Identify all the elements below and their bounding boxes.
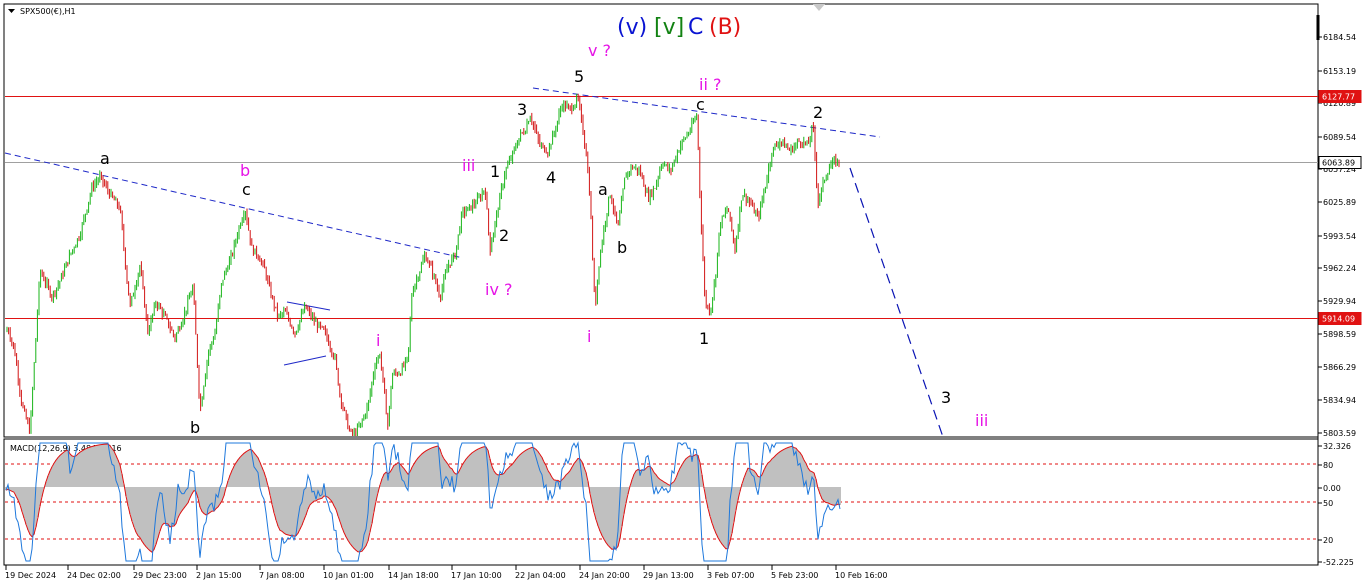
time-tick-label: 19 Dec 2024 xyxy=(5,571,56,580)
wave-label: 4 xyxy=(546,168,556,187)
wave-label: i xyxy=(587,327,591,346)
wave-label: c xyxy=(242,180,251,199)
price-chart: SPX500(€),H1 MACD(12,26,9) 3.484 1.516 (… xyxy=(3,3,1362,580)
macd-tick-label: 80 xyxy=(1323,461,1333,470)
title-part: (B) xyxy=(709,15,741,40)
wave-label: b xyxy=(240,161,250,180)
wave-label: iv ? xyxy=(485,280,513,299)
time-tick-label: 10 Jan 01:00 xyxy=(323,571,374,580)
wave-label: 1 xyxy=(699,329,709,348)
instrument-label: SPX500(€),H1 xyxy=(20,7,76,16)
price-tick-label: 5962.24 xyxy=(1323,264,1356,273)
macd-tick-label: 32.326 xyxy=(1323,442,1351,451)
time-tick-label: 10 Feb 16:00 xyxy=(835,571,887,580)
price-tag-label: 5914.09 xyxy=(1322,315,1355,324)
wave-label: i xyxy=(376,331,380,350)
wave-label: c xyxy=(696,95,705,114)
wave-label: 1 xyxy=(490,162,500,181)
macd-tick-label: 20 xyxy=(1323,536,1333,545)
wave-label: 3 xyxy=(941,388,951,407)
macd-tick-label: 0.00 xyxy=(1323,484,1341,493)
macd-axis: 32.326 80 0.00 50 20 -52.225 xyxy=(1318,442,1354,567)
price-tick-label: 5866.29 xyxy=(1323,363,1356,372)
price-tick-label: 5803.59 xyxy=(1323,429,1356,438)
wave-label: b xyxy=(190,418,200,437)
time-tick-label: 29 Dec 23:00 xyxy=(133,571,187,580)
wave-label: 5 xyxy=(574,67,584,86)
wave-label: 3 xyxy=(517,100,527,119)
time-tick-label: 2 Jan 15:00 xyxy=(196,571,242,580)
price-tag-label: 6063.89 xyxy=(1322,159,1355,168)
price-tick-label: 5993.54 xyxy=(1323,232,1356,241)
time-tick-label: 7 Jan 08:00 xyxy=(259,571,305,580)
time-tick-label: 3 Feb 07:00 xyxy=(707,571,754,580)
price-tick-label: 5929.94 xyxy=(1323,297,1356,306)
wave-label: ii ? xyxy=(699,75,721,94)
wave-label: iii xyxy=(975,411,988,430)
time-axis: 19 Dec 2024 24 Dec 02:00 29 Dec 23:00 2 Jan… xyxy=(5,565,887,580)
wave-label: a xyxy=(100,149,110,168)
title-part: (v) xyxy=(617,15,647,40)
title-part: [v] xyxy=(654,15,684,40)
time-tick-label: 24 Dec 02:00 xyxy=(67,571,121,580)
price-tags: 6127.77 6063.89 5914.09 xyxy=(1318,90,1362,325)
wave-label: v ? xyxy=(588,41,611,60)
price-tag-label: 6127.77 xyxy=(1322,93,1355,102)
time-tick-label: 14 Jan 18:00 xyxy=(388,571,439,580)
time-tick-label: 22 Jan 04:00 xyxy=(515,571,566,580)
price-tick-label: 6153.19 xyxy=(1323,67,1356,76)
price-tick-label: 5834.94 xyxy=(1323,396,1356,405)
wave-label: 2 xyxy=(813,103,823,122)
price-tick-label: 6184.54 xyxy=(1323,33,1356,42)
wave-label: iii xyxy=(462,156,475,175)
time-tick-label: 29 Jan 13:00 xyxy=(643,571,694,580)
title-part: C xyxy=(688,15,703,40)
wave-label: a xyxy=(598,180,608,199)
time-tick-label: 17 Jan 10:00 xyxy=(451,571,502,580)
time-tick-label: 24 Jan 20:00 xyxy=(579,571,630,580)
price-tick-label: 6025.89 xyxy=(1323,198,1356,207)
wave-count-title: (v) [v] C (B) xyxy=(617,15,741,40)
main-pane-frame xyxy=(3,3,1319,438)
time-tick-label: 5 Feb 23:00 xyxy=(771,571,818,580)
macd-tick-label: 50 xyxy=(1323,499,1333,508)
wave-label: b xyxy=(617,238,627,257)
price-tick-label: 6089.54 xyxy=(1323,133,1356,142)
wave-label: 2 xyxy=(499,226,509,245)
price-tick-label: 5898.59 xyxy=(1323,330,1356,339)
macd-tick-label: -52.225 xyxy=(1323,558,1354,567)
